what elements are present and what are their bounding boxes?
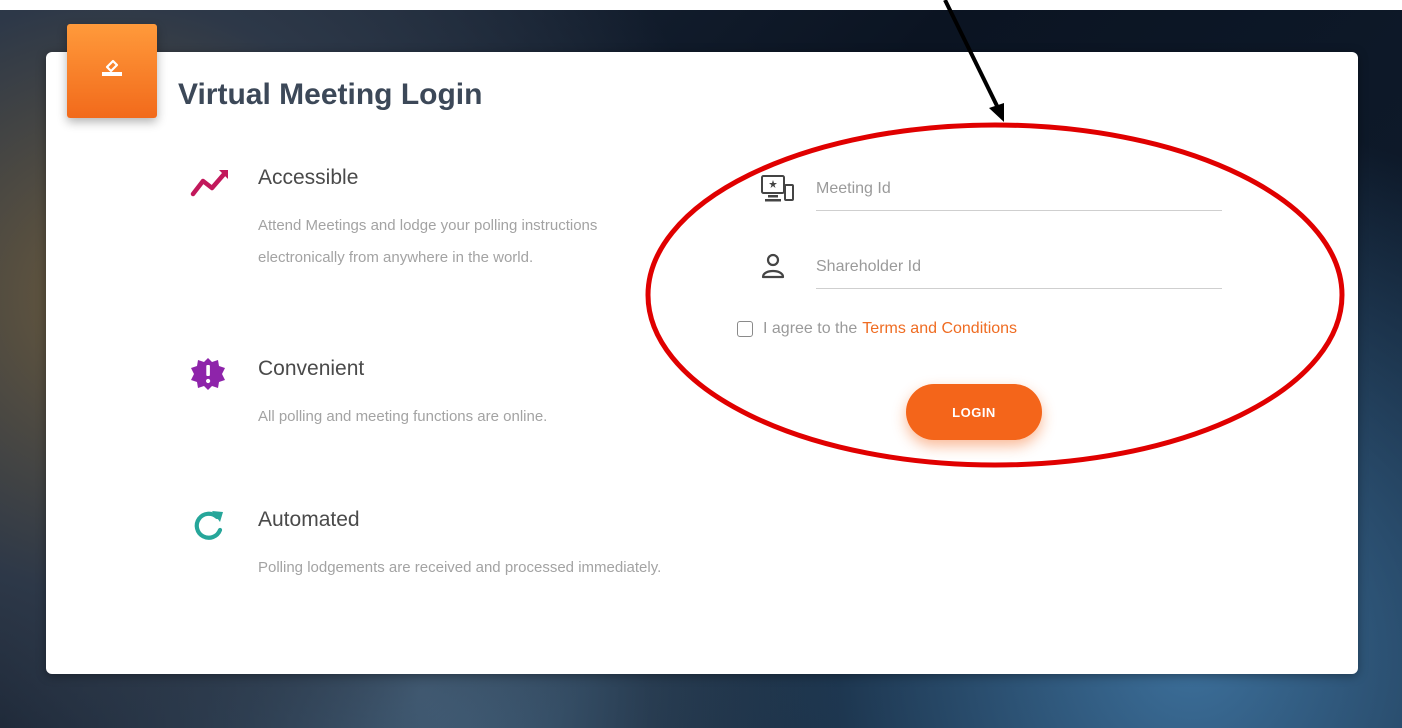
feature-description: All polling and meeting functions are on… [258, 408, 548, 425]
trend-line-icon [190, 170, 228, 197]
top-strip [0, 0, 1402, 10]
pencil-tray-icon [102, 59, 122, 76]
login-button[interactable]: LOGIN [906, 384, 1042, 440]
feature-description: Attend Meetings and lodge your polling i… [258, 217, 598, 266]
meeting-id-input[interactable] [816, 168, 1222, 211]
shareholder-id-input[interactable] [816, 246, 1222, 289]
refresh-icon [194, 511, 223, 540]
login-card [46, 52, 1358, 674]
terms-link[interactable]: Terms and Conditions [862, 320, 1017, 338]
devices-icon [761, 175, 794, 202]
feature-heading: Automated [258, 508, 360, 531]
meeting-id-field [760, 168, 1222, 218]
terms-agreement: I agree to the Terms and Conditions [737, 318, 1017, 340]
card-header-badge [67, 24, 157, 118]
agree-label: I agree to the [763, 320, 858, 337]
feature-heading: Accessible [258, 166, 359, 189]
page-title: Virtual Meeting Login [178, 78, 483, 111]
feature-description: Polling lodgements are received and proc… [258, 559, 662, 576]
person-icon [761, 253, 785, 279]
shareholder-id-field [760, 246, 1222, 296]
agree-checkbox[interactable] [737, 321, 753, 337]
feature-heading: Convenient [258, 357, 365, 380]
alert-badge-icon [191, 358, 225, 390]
